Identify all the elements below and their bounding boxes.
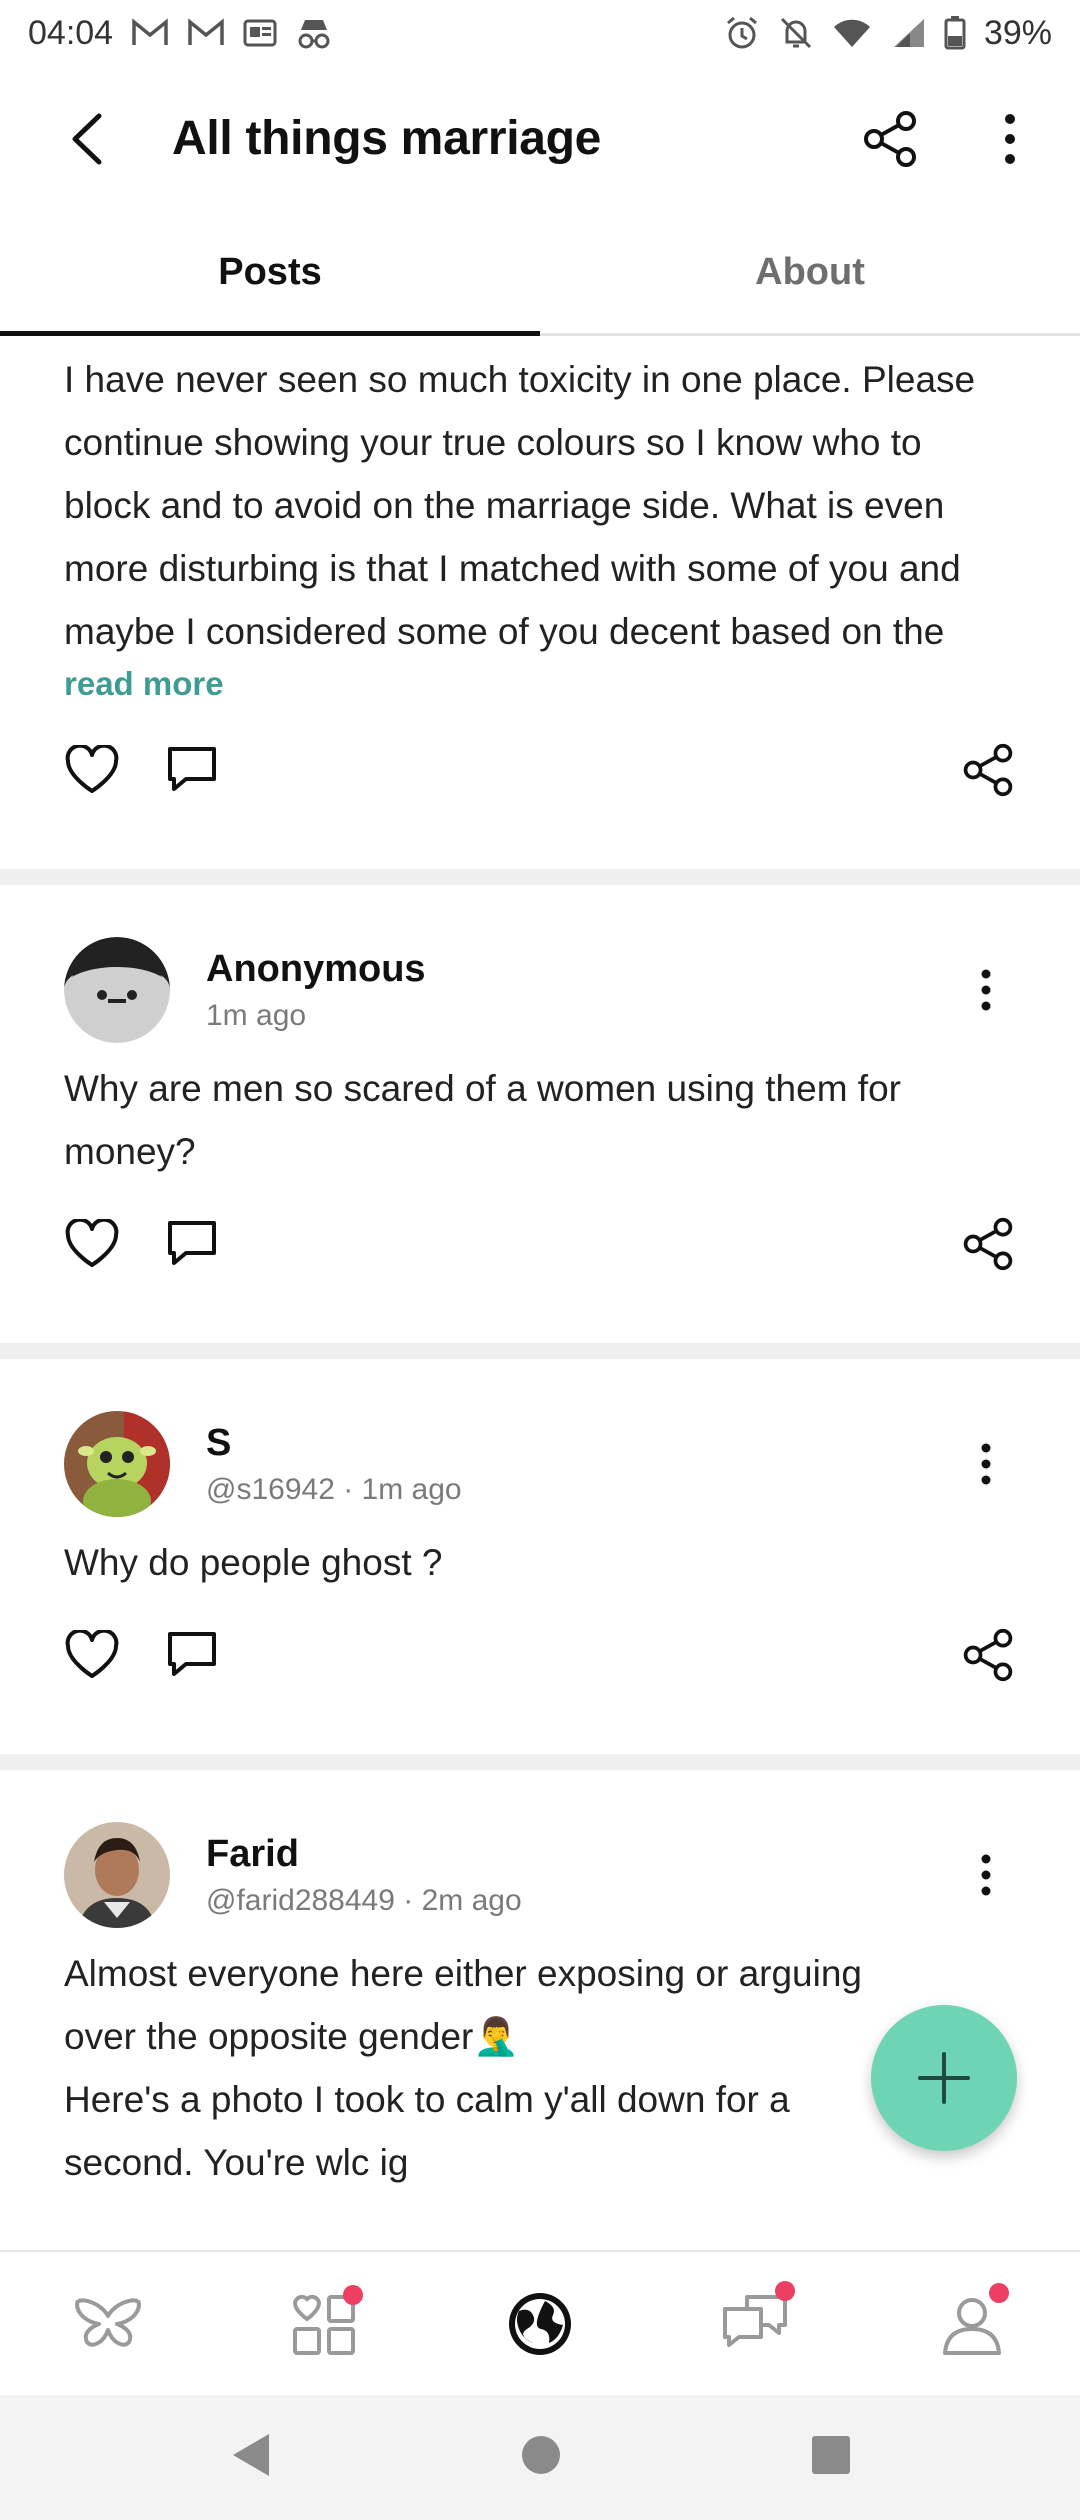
bell-off-icon [778, 15, 814, 51]
user-photo-icon [64, 1411, 170, 1517]
post-menu-button[interactable] [956, 950, 1016, 1030]
comment-icon [168, 746, 216, 791]
post-body-line: Almost everyone here either exposing or … [64, 1953, 863, 1994]
status-time: 04:04 [28, 13, 114, 52]
tab-about[interactable]: About [540, 211, 1080, 333]
user-photo-icon [64, 1822, 170, 1928]
status-bar: 04:04 39% [0, 0, 1080, 66]
comment-icon [168, 1220, 216, 1265]
notification-badge [989, 2282, 1009, 2303]
heart-icon [65, 1628, 119, 1678]
tab-bar: Posts About [0, 211, 1080, 336]
nav-matches[interactable] [269, 2269, 379, 2379]
heart-icon [65, 743, 119, 793]
comment-icon [168, 1631, 216, 1676]
plus-icon [918, 2052, 970, 2104]
wifi-icon [832, 17, 872, 49]
gmail-icon [187, 18, 225, 48]
divider [0, 1754, 1080, 1770]
nav-community[interactable] [485, 2269, 595, 2379]
app-bar: All things marriage [0, 66, 1080, 211]
tab-posts[interactable]: Posts [0, 211, 540, 336]
comment-button[interactable] [164, 1219, 220, 1274]
post-menu-button[interactable] [956, 1424, 1016, 1504]
triangle-back-icon [233, 2434, 269, 2476]
post-body: I have never seen so much toxicity in on… [64, 359, 976, 652]
post-share-button[interactable] [960, 1628, 1016, 1687]
back-button[interactable] [44, 94, 134, 184]
incognito-icon [295, 16, 333, 50]
avatar[interactable] [64, 1822, 170, 1928]
gmail-icon [131, 18, 169, 48]
avatar[interactable] [64, 1411, 170, 1517]
globe-icon [509, 2292, 571, 2355]
post-feed[interactable]: I have never seen so much toxicity in on… [0, 338, 1080, 2248]
butterfly-icon [75, 2298, 141, 2347]
like-button[interactable] [64, 1217, 120, 1274]
post-body: Why do people ghost ? [64, 1542, 443, 1583]
page-title: All things marriage [172, 112, 602, 165]
post-menu-button[interactable] [956, 1835, 1016, 1915]
system-recents-button[interactable] [811, 2435, 851, 2480]
alarm-icon [724, 15, 760, 51]
author-name[interactable]: Farid [206, 1833, 522, 1876]
author-name[interactable]: Anonymous [206, 948, 426, 991]
overflow-menu-button[interactable] [970, 99, 1050, 179]
chat-icon [723, 2294, 787, 2347]
create-post-button[interactable] [871, 2005, 1017, 2151]
post-meta: @farid288449 · 2m ago [206, 1883, 522, 1917]
anonymous-avatar-icon [64, 937, 170, 1043]
notification-badge [775, 2280, 795, 2301]
share-icon [963, 1217, 1013, 1270]
battery-icon [944, 16, 966, 50]
more-vertical-icon [981, 969, 991, 1011]
more-vertical-icon [981, 1443, 991, 1485]
share-icon [963, 743, 1013, 796]
nav-messages[interactable] [701, 2269, 811, 2379]
share-icon [963, 1628, 1013, 1681]
post-share-button[interactable] [960, 1217, 1016, 1276]
post-meta: @s16942 · 1m ago [206, 1472, 462, 1506]
divider [0, 869, 1080, 885]
nav-profile[interactable] [917, 2269, 1027, 2379]
post-card[interactable]: I have never seen so much toxicity in on… [0, 338, 1080, 869]
avatar[interactable] [64, 937, 170, 1043]
square-recents-icon [812, 2436, 850, 2474]
more-vertical-icon [981, 1854, 991, 1896]
post-card[interactable]: S @s16942 · 1m ago Why do people ghost ? [0, 1359, 1080, 1754]
comment-button[interactable] [164, 745, 220, 800]
bottom-nav [0, 2250, 1080, 2395]
system-home-button[interactable] [521, 2435, 561, 2480]
back-arrow-icon [72, 113, 102, 164]
system-nav-bar [0, 2395, 1080, 2520]
read-more-link[interactable]: read more [0, 665, 1080, 703]
author-name[interactable]: S [206, 1422, 462, 1465]
more-vertical-icon [1005, 113, 1015, 164]
divider [0, 1343, 1080, 1359]
nav-discover[interactable] [53, 2269, 163, 2379]
post-body: Why are men so scared of a women using t… [64, 1068, 901, 1172]
like-button[interactable] [64, 1628, 120, 1685]
signal-icon [890, 17, 926, 49]
notification-badge [343, 2284, 363, 2305]
post-card[interactable]: Anonymous 1m ago Why are men so scared o… [0, 885, 1080, 1343]
comment-button[interactable] [164, 1630, 220, 1685]
heart-icon [65, 1217, 119, 1267]
battery-percent: 39% [983, 13, 1052, 52]
post-share-button[interactable] [960, 743, 1016, 802]
share-button[interactable] [850, 99, 930, 179]
circle-home-icon [522, 2436, 560, 2474]
news-icon [243, 18, 277, 48]
post-meta: 1m ago [206, 998, 307, 1032]
like-button[interactable] [64, 743, 120, 800]
post-body-line: second. You're wlc ig [64, 2142, 409, 2183]
system-back-button[interactable] [229, 2432, 271, 2483]
share-icon [864, 110, 916, 167]
